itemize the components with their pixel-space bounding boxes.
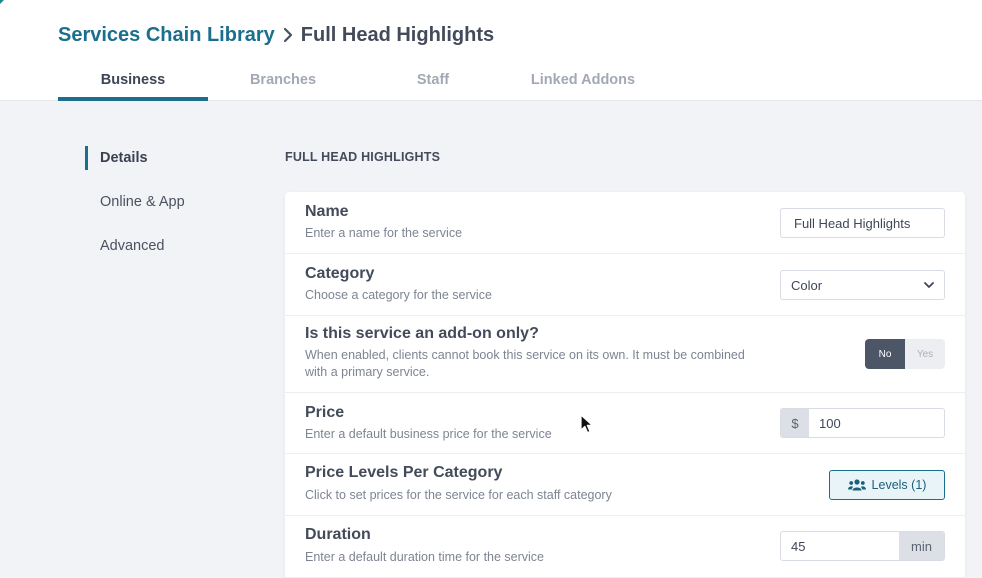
- addon-label: Is this service an add-on only?: [305, 325, 539, 342]
- corner-accent: [0, 0, 4, 4]
- sidenav-item-details[interactable]: Details: [85, 146, 265, 170]
- section-title: FULL HEAD HIGHLIGHTS: [285, 150, 441, 164]
- category-select[interactable]: Color: [780, 270, 945, 300]
- breadcrumb-parent-link[interactable]: Services Chain Library: [58, 24, 275, 47]
- tab-staff[interactable]: Staff: [358, 66, 508, 101]
- price-label: Price: [305, 404, 345, 421]
- levels-button-label: Levels (1): [871, 478, 927, 492]
- addon-toggle-no[interactable]: No: [865, 339, 905, 369]
- duration-input-group: 45 min: [780, 531, 945, 561]
- chevron-right-icon: [275, 27, 301, 43]
- mouse-pointer-icon: [580, 414, 593, 434]
- addon-description: When enabled, clients cannot book this s…: [305, 348, 745, 379]
- tab-branches[interactable]: Branches: [208, 66, 358, 101]
- sidenav-item-online-app[interactable]: Online & App: [85, 190, 265, 214]
- price-input[interactable]: 100: [809, 409, 944, 437]
- duration-input[interactable]: 45: [781, 532, 899, 560]
- levels-button[interactable]: Levels (1): [829, 470, 945, 500]
- addon-toggle-yes[interactable]: Yes: [905, 339, 945, 369]
- name-row: Name Enter a name for the service Full H…: [285, 192, 965, 254]
- details-card: Name Enter a name for the service Full H…: [285, 192, 965, 578]
- tab-bar: Business Branches Staff Linked Addons: [58, 66, 658, 101]
- duration-label: Duration: [305, 526, 371, 543]
- price-row: Price Enter a default business price for…: [285, 393, 965, 454]
- name-label: Name: [305, 203, 349, 220]
- chevron-down-icon: [924, 281, 934, 288]
- category-selected-value: Color: [791, 277, 823, 293]
- currency-addon: $: [781, 409, 809, 437]
- price-levels-description: Click to set prices for the service for …: [305, 488, 612, 502]
- users-icon: [847, 479, 866, 491]
- duration-description: Enter a default duration time for the se…: [305, 550, 545, 564]
- addon-toggle[interactable]: No Yes: [865, 339, 945, 369]
- price-levels-label: Price Levels Per Category: [305, 464, 503, 481]
- price-levels-row: Price Levels Per Category Click to set p…: [285, 454, 965, 516]
- price-input-group: $ 100: [780, 408, 945, 438]
- page-header: Services Chain Library Full Head Highlig…: [0, 0, 982, 101]
- breadcrumb: Services Chain Library Full Head Highlig…: [58, 21, 494, 49]
- addon-row: Is this service an add-on only? When ena…: [285, 316, 965, 393]
- breadcrumb-current: Full Head Highlights: [300, 23, 495, 46]
- price-description: Enter a default business price for the s…: [305, 427, 552, 441]
- sidenav-item-advanced[interactable]: Advanced: [85, 234, 265, 258]
- category-row: Category Choose a category for the servi…: [285, 254, 965, 316]
- category-label: Category: [305, 265, 375, 282]
- duration-unit-addon: min: [899, 532, 944, 560]
- name-description: Enter a name for the service: [305, 226, 463, 240]
- duration-row: Duration Enter a default duration time f…: [285, 516, 965, 578]
- category-description: Choose a category for the service: [305, 288, 492, 302]
- tab-business[interactable]: Business: [58, 66, 208, 101]
- side-navigation: Details Online & App Advanced: [85, 146, 265, 278]
- tab-linked-addons[interactable]: Linked Addons: [508, 66, 658, 101]
- name-input[interactable]: Full Head Highlights: [780, 208, 945, 238]
